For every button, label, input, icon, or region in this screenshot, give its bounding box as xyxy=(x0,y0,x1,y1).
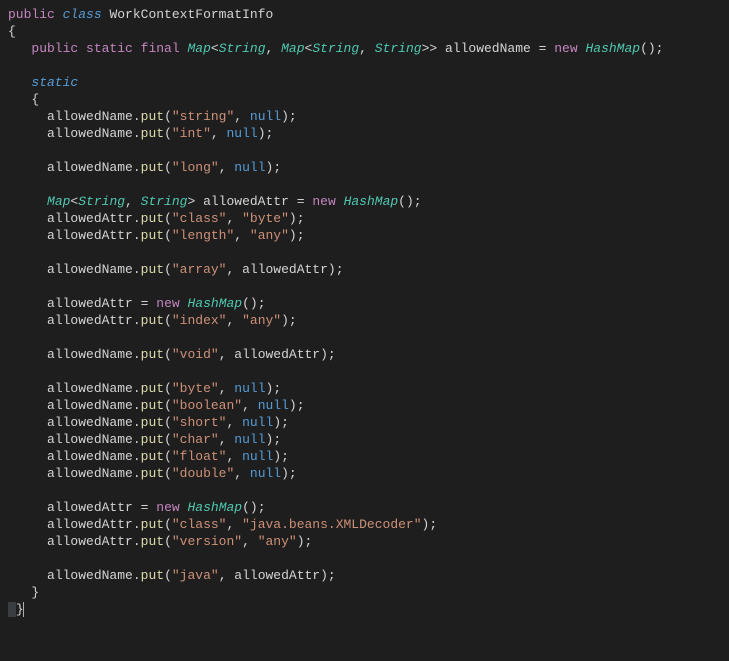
code-line: allowedName.put("float", null); xyxy=(8,448,721,465)
code-line: allowedName.put("array", allowedAttr); xyxy=(8,261,721,278)
code-line xyxy=(8,57,721,74)
code-line: allowedAttr.put("class", "java.beans.XML… xyxy=(8,516,721,533)
code-line xyxy=(8,482,721,499)
code-line: allowedName.put("short", null); xyxy=(8,414,721,431)
code-line: allowedAttr.put("class", "byte"); xyxy=(8,210,721,227)
code-line: allowedAttr.put("length", "any"); xyxy=(8,227,721,244)
code-line: allowedName.put("byte", null); xyxy=(8,380,721,397)
code-line: Map<String, String> allowedAttr = new Ha… xyxy=(8,193,721,210)
code-line xyxy=(8,550,721,567)
code-line: allowedName.put("void", allowedAttr); xyxy=(8,346,721,363)
code-line xyxy=(8,363,721,380)
code-line xyxy=(8,329,721,346)
code-line: allowedName.put("java", allowedAttr); xyxy=(8,567,721,584)
code-line: allowedName.put("double", null); xyxy=(8,465,721,482)
code-line: } xyxy=(8,601,721,618)
keyword-static-block: static xyxy=(31,75,78,90)
code-line xyxy=(8,176,721,193)
code-line: } xyxy=(8,584,721,601)
code-line: allowedAttr.put("version", "any"); xyxy=(8,533,721,550)
code-line: static xyxy=(8,74,721,91)
keyword-class: class xyxy=(63,7,102,22)
code-line: { xyxy=(8,23,721,40)
code-line: { xyxy=(8,91,721,108)
code-line: public static final Map<String, Map<Stri… xyxy=(8,40,721,57)
code-line: public class WorkContextFormatInfo xyxy=(8,6,721,23)
code-line: allowedName.put("char", null); xyxy=(8,431,721,448)
code-line xyxy=(8,278,721,295)
code-line: allowedAttr.put("index", "any"); xyxy=(8,312,721,329)
text-cursor xyxy=(23,602,24,617)
keyword-public: public xyxy=(8,7,55,22)
code-line xyxy=(8,142,721,159)
code-line: allowedAttr = new HashMap(); xyxy=(8,295,721,312)
code-line: allowedAttr = new HashMap(); xyxy=(8,499,721,516)
code-line: allowedName.put("string", null); xyxy=(8,108,721,125)
class-name: WorkContextFormatInfo xyxy=(109,7,273,22)
code-line: allowedName.put("long", null); xyxy=(8,159,721,176)
code-line: allowedName.put("int", null); xyxy=(8,125,721,142)
code-line: allowedName.put("boolean", null); xyxy=(8,397,721,414)
code-editor[interactable]: public class WorkContextFormatInfo { pub… xyxy=(8,6,721,618)
code-line xyxy=(8,244,721,261)
